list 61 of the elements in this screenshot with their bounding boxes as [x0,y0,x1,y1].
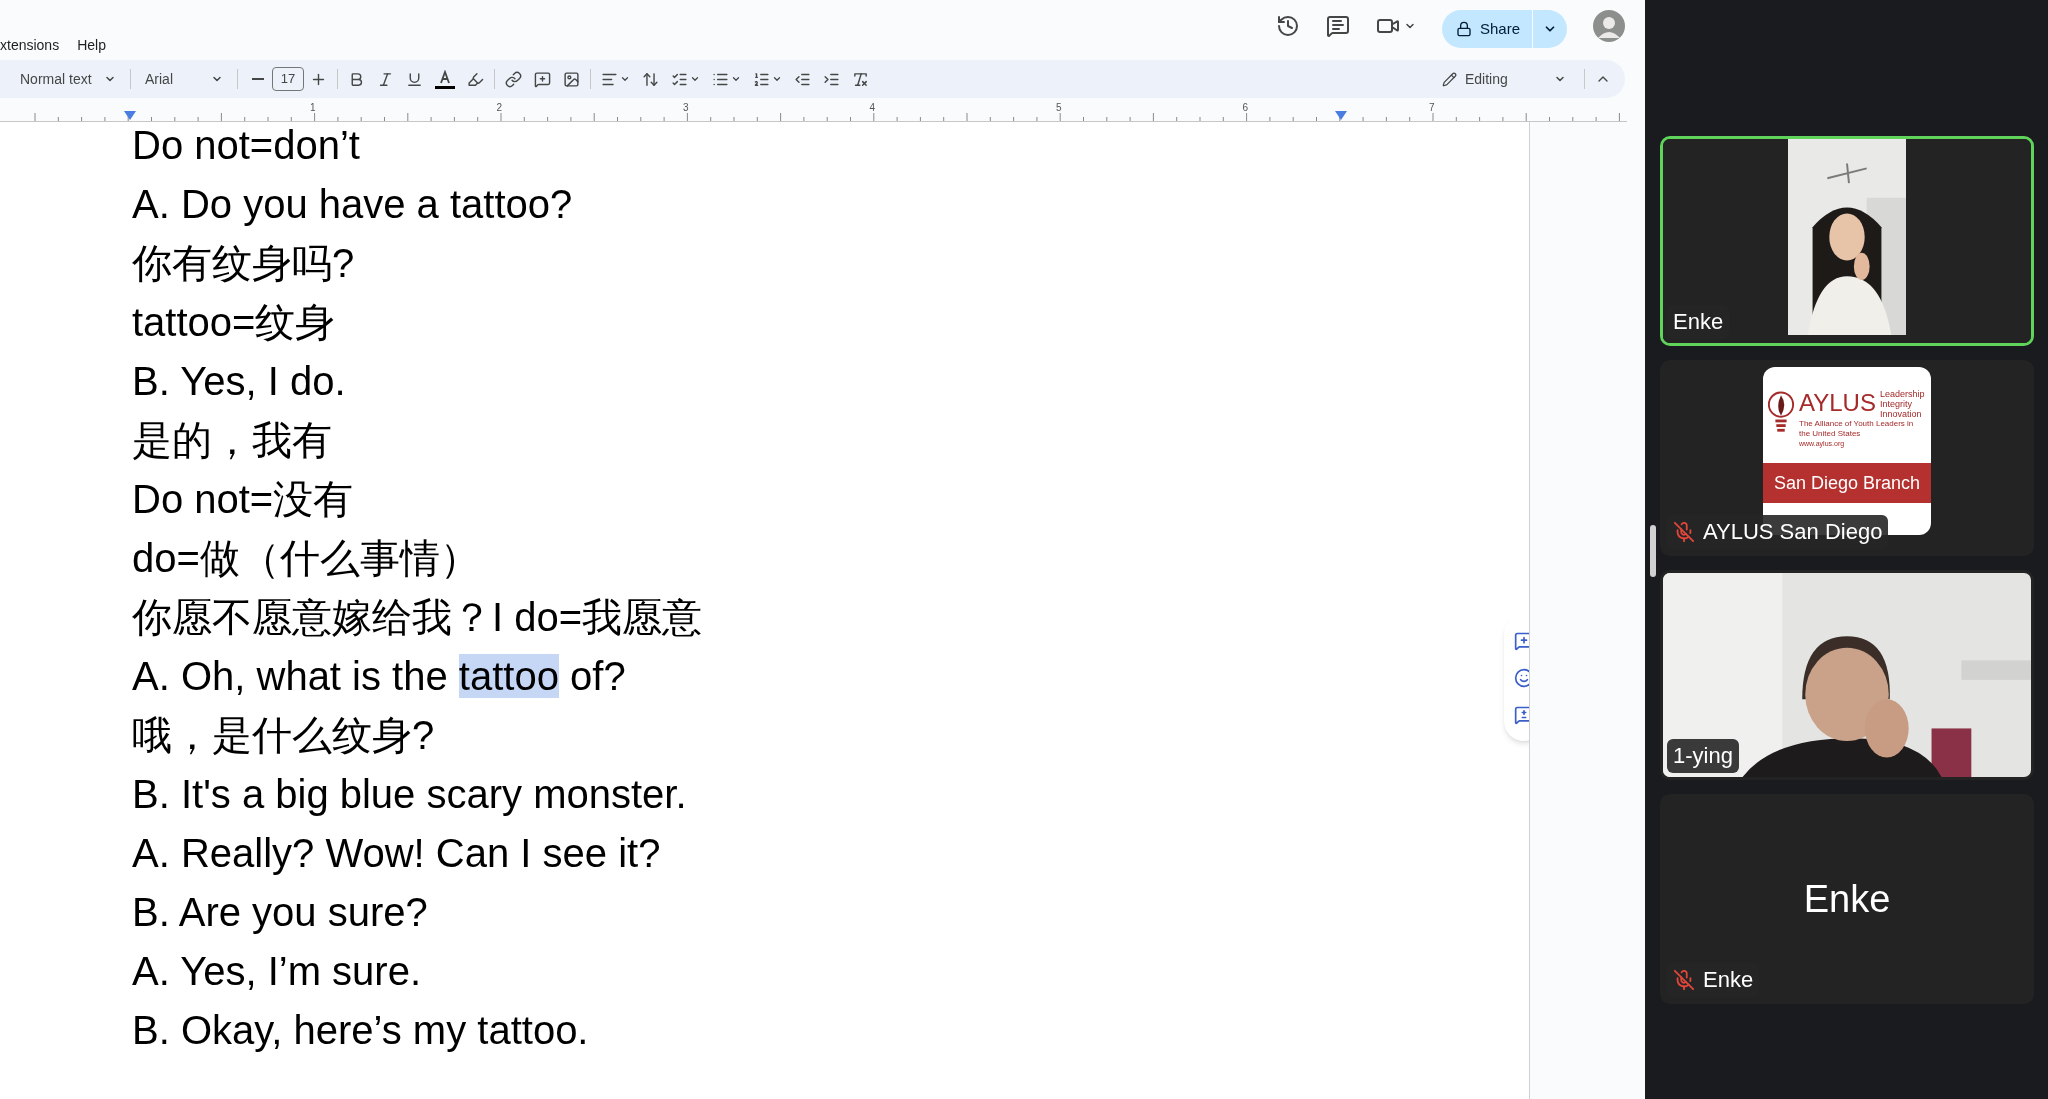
text-color-icon [437,69,453,86]
document-line: B. Yes, I do. [132,358,346,405]
branch-banner: San Diego Branch [1763,463,1931,503]
name-label: 1-ying [1667,739,1739,773]
logo-title: AYLUS [1799,389,1876,417]
document-line: A. Really? Wow! Can I see it? [132,830,661,877]
logo-motto: Integrity [1879,399,1913,409]
ruler-label: 6 [1242,103,1250,113]
line-spacing-icon [642,70,659,88]
logo-motto: Innovation [1879,409,1923,419]
logo-motto: Leadership [1879,389,1925,399]
caret-icon [620,74,630,84]
document-line: Do not=没有 [132,476,354,523]
menu-item[interactable]: Help [77,35,106,56]
caret-icon [690,74,700,84]
caret-icon [772,74,782,84]
document-line: B. Okay, here’s my tattoo. [132,1007,589,1054]
italic-icon [377,70,394,88]
minus-icon [252,78,264,80]
logo-subtitle: The Alliance of Youth Leaders in the United States [1799,419,1915,439]
menu-item[interactable]: xtensions [0,35,60,56]
ruler-label: 1 [310,103,317,113]
editing-mode-dropdown[interactable]: Editing [1434,68,1574,90]
style-dropdown[interactable]: Normal text [12,68,124,90]
font-size-field[interactable]: 17 [272,67,304,91]
document-line: Do not=don’t [132,122,360,169]
document-line: A. Do you have a tattoo? [132,181,573,228]
avatar-icon[interactable] [1593,10,1625,42]
ruler-label: 4 [869,103,877,113]
color-bar-icon [435,85,455,89]
numbered-list-icon [753,70,770,88]
font-dropdown[interactable]: Arial [137,68,231,90]
underline-icon [406,70,423,88]
link-icon [505,70,522,88]
suggest-edits-icon[interactable] [1514,704,1529,725]
document-line: 是的，我有 [132,417,332,464]
document-line: tattoo=纹身 [132,299,336,346]
document-line: B. Are you sure? [132,889,428,936]
caret-icon [731,74,741,84]
ruler-label: 7 [1429,103,1436,113]
ruler-label: 3 [683,103,690,113]
pencil-icon [1442,71,1457,87]
document-line: 你有纹身吗? [132,240,355,287]
ruler-label: 2 [496,103,504,113]
lock-icon [1455,21,1472,37]
emoji-reaction-icon[interactable] [1514,668,1529,688]
image-icon [563,70,580,88]
highlighter-icon [467,70,484,88]
comment-plus-icon [534,70,551,88]
clear-formatting-icon [852,70,869,88]
document-line: A. Oh, what is the tattoo of? [132,653,626,700]
participant-name: Enke [1803,876,1891,922]
history-icon[interactable] [1275,14,1300,38]
document-line: 哦，是什么纹身? [132,712,435,759]
ruler-label: 5 [1056,103,1063,113]
add-comment-icon[interactable] [1514,631,1529,652]
document-line: A. Yes, I’m sure. [132,948,422,995]
document-line: 你愿不愿意嫁给我？I do=我愿意 [132,594,703,641]
document-line: B. It's a big blue scary monster. [132,771,687,818]
document-line: do=做（什么事情） [132,535,480,582]
comments-icon[interactable] [1325,14,1350,38]
